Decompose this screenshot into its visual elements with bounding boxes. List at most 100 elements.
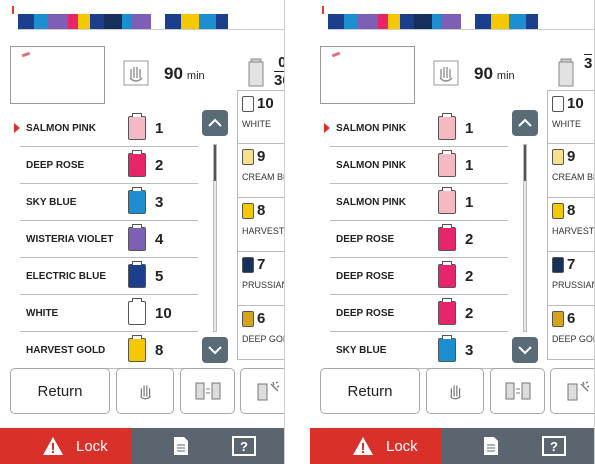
- design-progress-stripe: [18, 14, 284, 30]
- thread-table-label: PRUSSIAN BLUE: [552, 280, 595, 290]
- thread-name: SALMON PINK: [336, 196, 406, 208]
- time-value: 90: [474, 64, 493, 83]
- thread-sort-button[interactable]: [490, 368, 545, 414]
- progress-segment: [475, 14, 491, 29]
- scroll-up-button[interactable]: [512, 110, 538, 136]
- left-embroidery-panel: 90min036SALMON PINK1DEEP ROSE2SKY BLUE3W…: [0, 0, 285, 464]
- thread-row[interactable]: SKY BLUE 3: [330, 332, 508, 369]
- thread-name: ELECTRIC BLUE: [26, 270, 106, 282]
- thread-name: SKY BLUE: [336, 344, 387, 356]
- scroll-down-button[interactable]: [512, 337, 538, 363]
- thread-spool-icon: [557, 58, 575, 88]
- return-button[interactable]: Return: [10, 368, 110, 414]
- progress-segment: [34, 14, 48, 29]
- design-mark: [21, 51, 31, 58]
- thread-table-label: PRUSSIAN BLUE: [242, 280, 285, 290]
- thread-name: WISTERIA VIOLET: [26, 233, 114, 245]
- thread-sort-button[interactable]: [180, 368, 235, 414]
- color-change-button[interactable]: [240, 368, 284, 414]
- thread-table-row[interactable]: 7 PRUSSIAN BLUE: [547, 252, 595, 306]
- help-icon[interactable]: ?: [232, 436, 256, 456]
- thread-table-row[interactable]: 9 CREAM BROWN: [547, 144, 594, 198]
- thread-number: 1: [465, 119, 474, 137]
- thread-table-row[interactable]: 8 HARVEST GOLD: [237, 198, 285, 252]
- progress-segment: [400, 14, 414, 29]
- return-button[interactable]: Return: [320, 368, 420, 414]
- thread-row[interactable]: DEEP ROSE 2: [20, 147, 198, 184]
- thread-table-number: 10: [257, 95, 274, 112]
- sewing-time: 90 min: [164, 64, 205, 84]
- progress-segment: [378, 14, 388, 29]
- hand-button[interactable]: [116, 368, 174, 414]
- thread-row[interactable]: DEEP ROSE 2: [330, 258, 508, 295]
- progress-segment: [131, 14, 151, 29]
- thread-sequence-list: SALMON PINK 1 SALMON PINK 1 SALMON PINK 1 DEEP…: [324, 110, 508, 369]
- thread-table-row[interactable]: 10 WHITE: [237, 90, 284, 144]
- lock-button[interactable]: Lock: [310, 428, 441, 464]
- thread-table-number: 9: [567, 148, 576, 165]
- list-scrollbar[interactable]: [202, 110, 228, 363]
- help-icon[interactable]: ?: [542, 436, 566, 456]
- thread-color-table: 10 WHITE 9 CREAM BROWN 8 HARVEST GOLD 7 PRUSSIA…: [237, 90, 285, 360]
- lock-button[interactable]: Lock: [0, 428, 131, 464]
- thread-color-spool-icon: [438, 113, 456, 140]
- thread-row[interactable]: WHITE 10: [20, 295, 198, 332]
- thread-table-row[interactable]: 10 WHITE: [547, 90, 594, 144]
- document-icon[interactable]: [482, 436, 500, 456]
- thread-table-row[interactable]: 8 HARVEST GOLD: [547, 198, 595, 252]
- thread-row[interactable]: SALMON PINK 1: [330, 184, 508, 221]
- thread-row[interactable]: ELECTRIC BLUE 5: [20, 258, 198, 295]
- thread-row[interactable]: WISTERIA VIOLET 4: [20, 221, 198, 258]
- progress-segment: [414, 14, 432, 29]
- thread-table-row[interactable]: 9 CREAM BROWN: [237, 144, 284, 198]
- thread-color-spool-icon: [438, 298, 456, 325]
- hand-button[interactable]: [426, 368, 484, 414]
- thread-table-row[interactable]: 6 DEEP GOLD: [237, 306, 284, 360]
- color-change-button[interactable]: [550, 368, 594, 414]
- design-preview[interactable]: [320, 46, 415, 104]
- svg-text:?: ?: [550, 439, 558, 454]
- thread-color-spool-icon: [128, 224, 146, 251]
- scroll-thumb[interactable]: [214, 145, 216, 181]
- thread-number: 2: [465, 230, 474, 248]
- thread-name: SALMON PINK: [336, 122, 406, 134]
- thread-row[interactable]: SKY BLUE 3: [20, 184, 198, 221]
- thread-table-number: 7: [567, 256, 576, 273]
- scroll-up-button[interactable]: [202, 110, 228, 136]
- scroll-track[interactable]: [213, 144, 217, 332]
- thread-table-label: HARVEST GOLD: [242, 226, 285, 236]
- current-thread-arrow-icon: [324, 123, 330, 133]
- thread-table-label: DEEP GOLD: [552, 334, 594, 344]
- progress-segment: [199, 14, 216, 29]
- thread-color-spool-icon: [552, 257, 564, 273]
- thread-color-spool-icon: [552, 149, 564, 165]
- progress-segment: [165, 14, 181, 29]
- scroll-thumb[interactable]: [524, 145, 526, 181]
- thread-row[interactable]: SALMON PINK 1: [330, 147, 508, 184]
- progress-segment: [441, 14, 461, 29]
- thread-table-number: 8: [257, 202, 266, 219]
- action-toolbar: Return: [0, 368, 284, 418]
- color-wand-icon: [257, 381, 279, 401]
- thread-sort-icon: [505, 382, 530, 400]
- thread-name: DEEP ROSE: [336, 307, 395, 319]
- design-preview[interactable]: [10, 46, 105, 104]
- document-icon[interactable]: [172, 436, 190, 456]
- right-embroidery-panel: 90 min 3 SALMON PINK 1 SALMON PINK 1 SALMON PIN…: [310, 0, 595, 464]
- progress-segment: [90, 14, 104, 29]
- scroll-down-button[interactable]: [202, 337, 228, 363]
- list-scrollbar[interactable]: [512, 110, 538, 363]
- thread-name: HARVEST GOLD: [26, 344, 106, 356]
- lock-label: Lock: [76, 437, 108, 455]
- progress-segment: [509, 14, 526, 29]
- scroll-track[interactable]: [523, 144, 527, 332]
- thread-row[interactable]: DEEP ROSE 2: [330, 221, 508, 258]
- thread-table-row[interactable]: 7 PRUSSIAN BLUE: [237, 252, 285, 306]
- thread-table-label: HARVEST GOLD: [552, 226, 595, 236]
- thread-row[interactable]: SALMON PINK 1: [324, 110, 508, 147]
- sewing-time: 90 min: [474, 64, 515, 84]
- thread-table-row[interactable]: 6 DEEP GOLD: [547, 306, 594, 360]
- thread-row[interactable]: DEEP ROSE 2: [330, 295, 508, 332]
- thread-row[interactable]: SALMON PINK 1: [14, 110, 198, 147]
- thread-row[interactable]: HARVEST GOLD 8: [20, 332, 198, 369]
